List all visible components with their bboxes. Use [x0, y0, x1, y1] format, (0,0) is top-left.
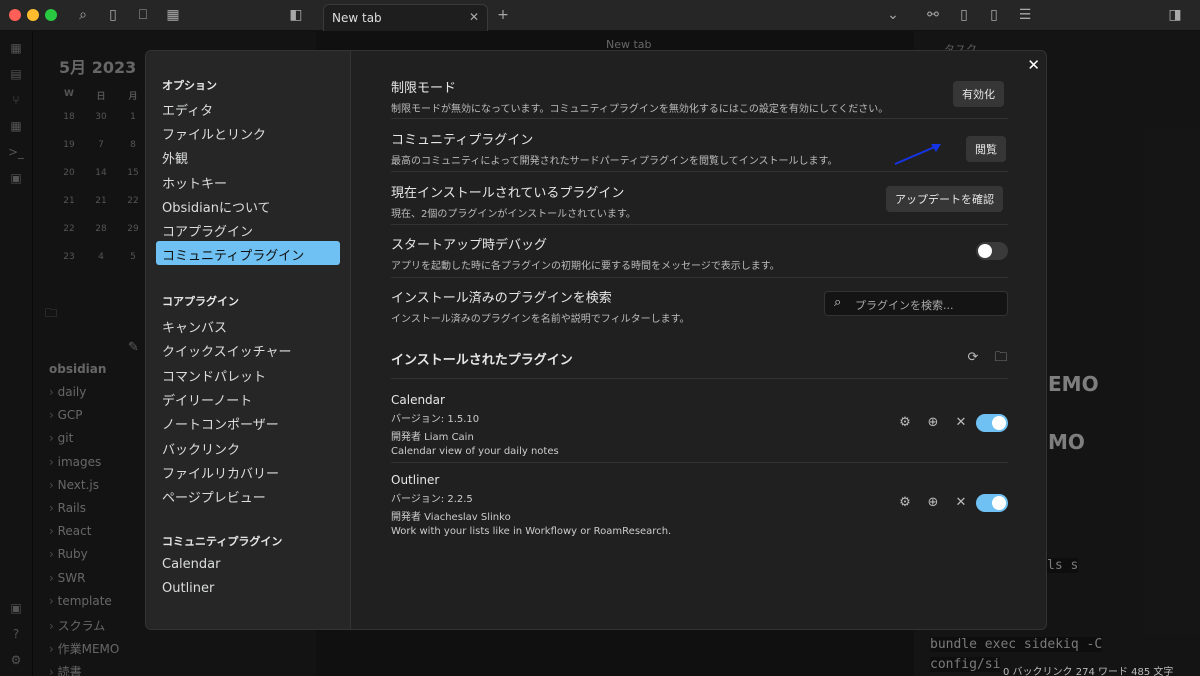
settings-nav-item[interactable]: ページプレビュー	[156, 483, 340, 507]
list-icon[interactable]: ☰	[1016, 6, 1034, 24]
section-header-options: オプション	[162, 79, 217, 92]
settings-nav-item[interactable]: Outliner	[156, 577, 340, 601]
search-icon[interactable]: ⌕	[74, 6, 92, 24]
remove-icon[interactable]: ✕	[953, 415, 969, 431]
plugin-author: 開発者 Liam Cain	[391, 432, 474, 443]
settings-nav-item[interactable]: ホットキー	[156, 169, 340, 193]
file-icon[interactable]: ▯	[104, 6, 122, 24]
settings-nav-item[interactable]: ファイルリカバリー	[156, 459, 340, 483]
title-bar: ⌕ ▯ ⎕ ▦ ◧ New tab ✕ + ⌄ ⚯ ▯ ▯ ☰ ◨	[0, 0, 1200, 31]
plugin-toggle[interactable]	[976, 414, 1008, 432]
setting-desc: 制限モードが無効になっています。コミュニティプラグインを無効化するにはこの設定を…	[391, 104, 889, 115]
right-sidebar-toggle-icon[interactable]: ◨	[1166, 6, 1184, 24]
setting-desc: アプリを起動した時に各プラグインの初期化に要する時間をメッセージで表示します。	[391, 261, 780, 272]
search-placeholder: プラグインを検索...	[855, 299, 954, 312]
settings-nav-item[interactable]: コミュニティプラグイン	[156, 241, 340, 266]
chevron-down-icon[interactable]: ⌄	[884, 6, 902, 24]
settings-nav-item[interactable]: 外観	[156, 144, 340, 168]
search-icon: ⌕	[834, 295, 842, 310]
settings-nav-item[interactable]: キャンバス	[156, 313, 340, 337]
plugin-author: 開発者 Viacheslav Slinko	[391, 512, 511, 523]
calendar-icon[interactable]: ▦	[164, 6, 182, 24]
section-header-community: コミュニティプラグイン	[162, 535, 283, 548]
installed-plugins-header: インストールされたプラグイン	[391, 353, 573, 368]
link-icon[interactable]: ⚯	[924, 6, 942, 24]
tab-label: New tab	[332, 11, 382, 25]
settings-nav-item[interactable]: クイックスイッチャー	[156, 337, 340, 361]
file-icon[interactable]: ▯	[955, 6, 973, 24]
plugin-toggle[interactable]	[976, 494, 1008, 512]
gear-icon[interactable]: ⚙	[897, 495, 913, 511]
enable-restricted-button[interactable]: 有効化	[953, 81, 1004, 107]
settings-nav-item[interactable]: エディタ	[156, 96, 340, 120]
close-icon[interactable]: ✕	[1027, 56, 1040, 74]
settings-nav-item[interactable]: バックリンク	[156, 435, 340, 459]
divider	[391, 378, 1008, 379]
status-bar: 0 バックリンク 274 ワード 485 文字	[1003, 667, 1174, 676]
settings-modal: オプション エディタ ファイルとリンク 外観 ホットキー Obsidianについて コアプ…	[145, 50, 1047, 630]
plus-icon[interactable]: ⊕	[925, 495, 941, 511]
minimize-window-button[interactable]	[27, 9, 39, 21]
browse-button[interactable]: 閲覧	[966, 136, 1006, 162]
plugin-search-input[interactable]: ⌕ プラグインを検索...	[824, 291, 1008, 316]
bookmark-icon[interactable]: ⎕	[134, 6, 152, 24]
gear-icon[interactable]: ⚙	[897, 415, 913, 431]
plugin-name: Outliner	[391, 473, 440, 487]
startup-debug-toggle[interactable]	[976, 242, 1008, 260]
setting-name: 制限モード	[391, 81, 457, 96]
settings-nav-item[interactable]: Calendar	[156, 553, 340, 577]
settings-nav-item[interactable]: ノートコンポーザー	[156, 410, 340, 434]
new-tab-icon[interactable]: +	[494, 6, 512, 24]
startup-debug-row: スタートアップ時デバッグ アプリを起動した時に各プラグインの初期化に要する時間を…	[391, 234, 1008, 278]
plugin-desc: Work with your lists like in Workflowy o…	[391, 526, 672, 537]
settings-nav-item[interactable]: コマンドパレット	[156, 362, 340, 386]
plugin-desc: Calendar view of your daily notes	[391, 446, 559, 457]
plugin-name: Calendar	[391, 393, 445, 407]
section-header-core: コアプラグイン	[162, 295, 239, 308]
close-window-button[interactable]	[9, 9, 21, 21]
file-icon[interactable]: ▯	[985, 6, 1003, 24]
settings-nav-item[interactable]: ファイルとリンク	[156, 120, 340, 144]
plugin-version: バージョン: 1.5.10	[391, 414, 480, 425]
close-tab-icon[interactable]: ✕	[469, 10, 479, 24]
settings-sidebar: オプション エディタ ファイルとリンク 外観 ホットキー Obsidianについて コアプ…	[146, 51, 351, 629]
plugin-item: Calendar バージョン: 1.5.10 開発者 Liam Cain Calend…	[391, 393, 1008, 463]
folder-icon[interactable]: 🗀	[993, 350, 1009, 366]
settings-nav-item[interactable]: Obsidianについて	[156, 193, 340, 217]
plus-icon[interactable]: ⊕	[925, 415, 941, 431]
settings-nav-item[interactable]: コアプラグイン	[156, 217, 340, 241]
zoom-window-button[interactable]	[45, 9, 57, 21]
restricted-mode-row: 制限モード 制限モードが無効になっています。コミュニティプラグインを無効化するに…	[391, 77, 1008, 119]
settings-content: ✕ 制限モード 制限モードが無効になっています。コミュニティプラグインを無効化す…	[351, 51, 1046, 629]
check-updates-button[interactable]: アップデートを確認	[886, 186, 1003, 212]
settings-nav-item[interactable]: デイリーノート	[156, 386, 340, 410]
sidebar-toggle-icon[interactable]: ◧	[287, 6, 305, 24]
plugin-item: Outliner バージョン: 2.2.5 開発者 Viacheslav Slink…	[391, 473, 1008, 543]
remove-icon[interactable]: ✕	[953, 495, 969, 511]
plugin-version: バージョン: 2.2.5	[391, 494, 473, 505]
arrow-annotation	[894, 144, 941, 165]
setting-name: スタートアップ時デバッグ	[391, 238, 548, 253]
tab-new[interactable]: New tab ✕	[323, 4, 488, 31]
reload-icon[interactable]: ⟳	[965, 350, 981, 366]
